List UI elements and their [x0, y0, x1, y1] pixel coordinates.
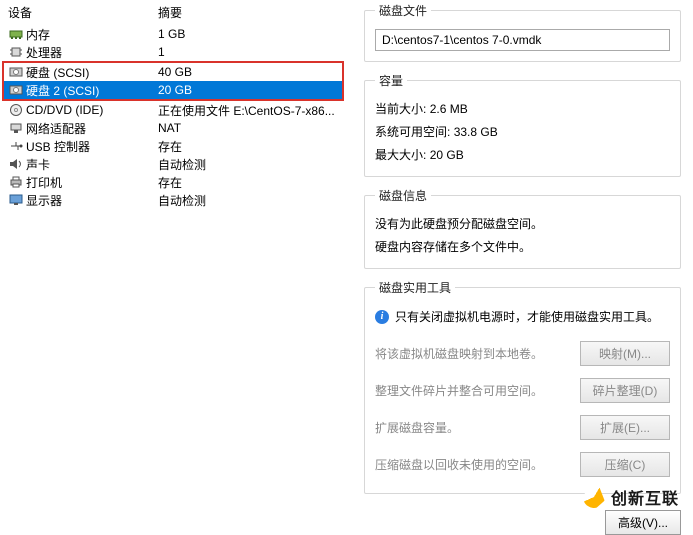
disk-info-line2: 硬盘内容存储在多个文件中。 — [375, 235, 670, 258]
disk-utilities-group: 磁盘实用工具 i 只有关闭虚拟机电源时，才能使用磁盘实用工具。 将该虚拟机磁盘映… — [364, 279, 681, 494]
detail-panel: 磁盘文件 D:\centos7-1\centos 7-0.vmdk 容量 当前大… — [346, 0, 693, 519]
brand-watermark: 创新互联 — [583, 485, 679, 509]
device-value: 存在 — [158, 174, 342, 191]
utility-map: 将该虚拟机磁盘映射到本地卷。 映射(M)... — [375, 335, 670, 372]
disk-icon — [8, 84, 24, 96]
header-summary: 摘要 — [158, 4, 182, 21]
device-list-panel: 设备 摘要 内存 1 GB 处理器 1 硬盘 (SCSI) 40 GB — [0, 0, 346, 519]
disk-utilities-legend: 磁盘实用工具 — [375, 279, 455, 296]
device-row-disk1[interactable]: 硬盘 (SCSI) 40 GB — [4, 63, 342, 81]
network-icon — [8, 122, 24, 134]
device-value: NAT — [158, 121, 342, 135]
device-label: CD/DVD (IDE) — [24, 103, 158, 117]
capacity-max: 最大大小: 20 GB — [375, 143, 670, 166]
device-row-cd[interactable]: CD/DVD (IDE) 正在使用文件 E:\CentOS-7-x86... — [4, 101, 342, 119]
device-value: 自动检测 — [158, 156, 342, 173]
expand-button[interactable]: 扩展(E)... — [580, 415, 670, 440]
device-label: 硬盘 (SCSI) — [24, 64, 158, 81]
disk-info-legend: 磁盘信息 — [375, 187, 431, 204]
device-label: 网络适配器 — [24, 120, 158, 137]
device-row-usb[interactable]: USB 控制器 存在 — [4, 137, 342, 155]
device-label: 处理器 — [24, 44, 158, 61]
device-row-display[interactable]: 显示器 自动检测 — [4, 191, 342, 209]
header-device: 设备 — [8, 4, 158, 21]
cd-icon — [8, 103, 24, 117]
device-row-sound[interactable]: 声卡 自动检测 — [4, 155, 342, 173]
device-value: 20 GB — [158, 83, 342, 97]
defrag-button[interactable]: 碎片整理(D) — [580, 378, 670, 403]
brand-text: 创新互联 — [611, 485, 679, 509]
display-icon — [8, 194, 24, 206]
disk-info-line1: 没有为此硬盘预分配磁盘空间。 — [375, 212, 670, 235]
device-value: 40 GB — [158, 65, 342, 79]
capacity-group: 容量 当前大小: 2.6 MB 系统可用空间: 33.8 GB 最大大小: 20… — [364, 72, 681, 177]
sound-icon — [8, 158, 24, 170]
brand-logo-icon — [583, 486, 605, 508]
device-list-header: 设备 摘要 — [4, 0, 342, 25]
device-row-disk2[interactable]: 硬盘 2 (SCSI) 20 GB — [4, 81, 342, 99]
utility-defrag: 整理文件碎片并整合可用空间。 碎片整理(D) — [375, 372, 670, 409]
device-label: 打印机 — [24, 174, 158, 191]
printer-icon — [8, 176, 24, 188]
info-icon: i — [375, 310, 389, 324]
disk-file-group: 磁盘文件 D:\centos7-1\centos 7-0.vmdk — [364, 2, 681, 62]
device-value: 存在 — [158, 138, 342, 155]
cpu-icon — [8, 45, 24, 59]
device-row-network[interactable]: 网络适配器 NAT — [4, 119, 342, 137]
utility-compact: 压缩磁盘以回收未使用的空间。 压缩(C) — [375, 446, 670, 483]
memory-icon — [8, 28, 24, 40]
device-label: 显示器 — [24, 192, 158, 209]
capacity-current: 当前大小: 2.6 MB — [375, 97, 670, 120]
device-label: 内存 — [24, 26, 158, 43]
device-label: USB 控制器 — [24, 138, 158, 155]
utilities-hint: 只有关闭虚拟机电源时，才能使用磁盘实用工具。 — [395, 308, 659, 325]
device-row-cpu[interactable]: 处理器 1 — [4, 43, 342, 61]
disk-file-legend: 磁盘文件 — [375, 2, 431, 19]
highlighted-disks: 硬盘 (SCSI) 40 GB 硬盘 2 (SCSI) 20 GB — [2, 61, 344, 101]
device-value: 正在使用文件 E:\CentOS-7-x86... — [158, 102, 342, 119]
capacity-legend: 容量 — [375, 72, 407, 89]
device-label: 声卡 — [24, 156, 158, 173]
device-value: 1 GB — [158, 27, 342, 41]
device-row-memory[interactable]: 内存 1 GB — [4, 25, 342, 43]
map-button[interactable]: 映射(M)... — [580, 341, 670, 366]
advanced-button[interactable]: 高级(V)... — [605, 510, 681, 535]
utilities-hint-row: i 只有关闭虚拟机电源时，才能使用磁盘实用工具。 — [375, 304, 670, 335]
disk-icon — [8, 66, 24, 78]
disk-info-group: 磁盘信息 没有为此硬盘预分配磁盘空间。 硬盘内容存储在多个文件中。 — [364, 187, 681, 269]
device-label: 硬盘 2 (SCSI) — [24, 82, 158, 99]
compact-button[interactable]: 压缩(C) — [580, 452, 670, 477]
capacity-free: 系统可用空间: 33.8 GB — [375, 120, 670, 143]
usb-icon — [8, 140, 24, 152]
device-value: 1 — [158, 45, 342, 59]
utility-expand: 扩展磁盘容量。 扩展(E)... — [375, 409, 670, 446]
device-value: 自动检测 — [158, 192, 342, 209]
disk-file-path[interactable]: D:\centos7-1\centos 7-0.vmdk — [375, 29, 670, 51]
device-row-printer[interactable]: 打印机 存在 — [4, 173, 342, 191]
